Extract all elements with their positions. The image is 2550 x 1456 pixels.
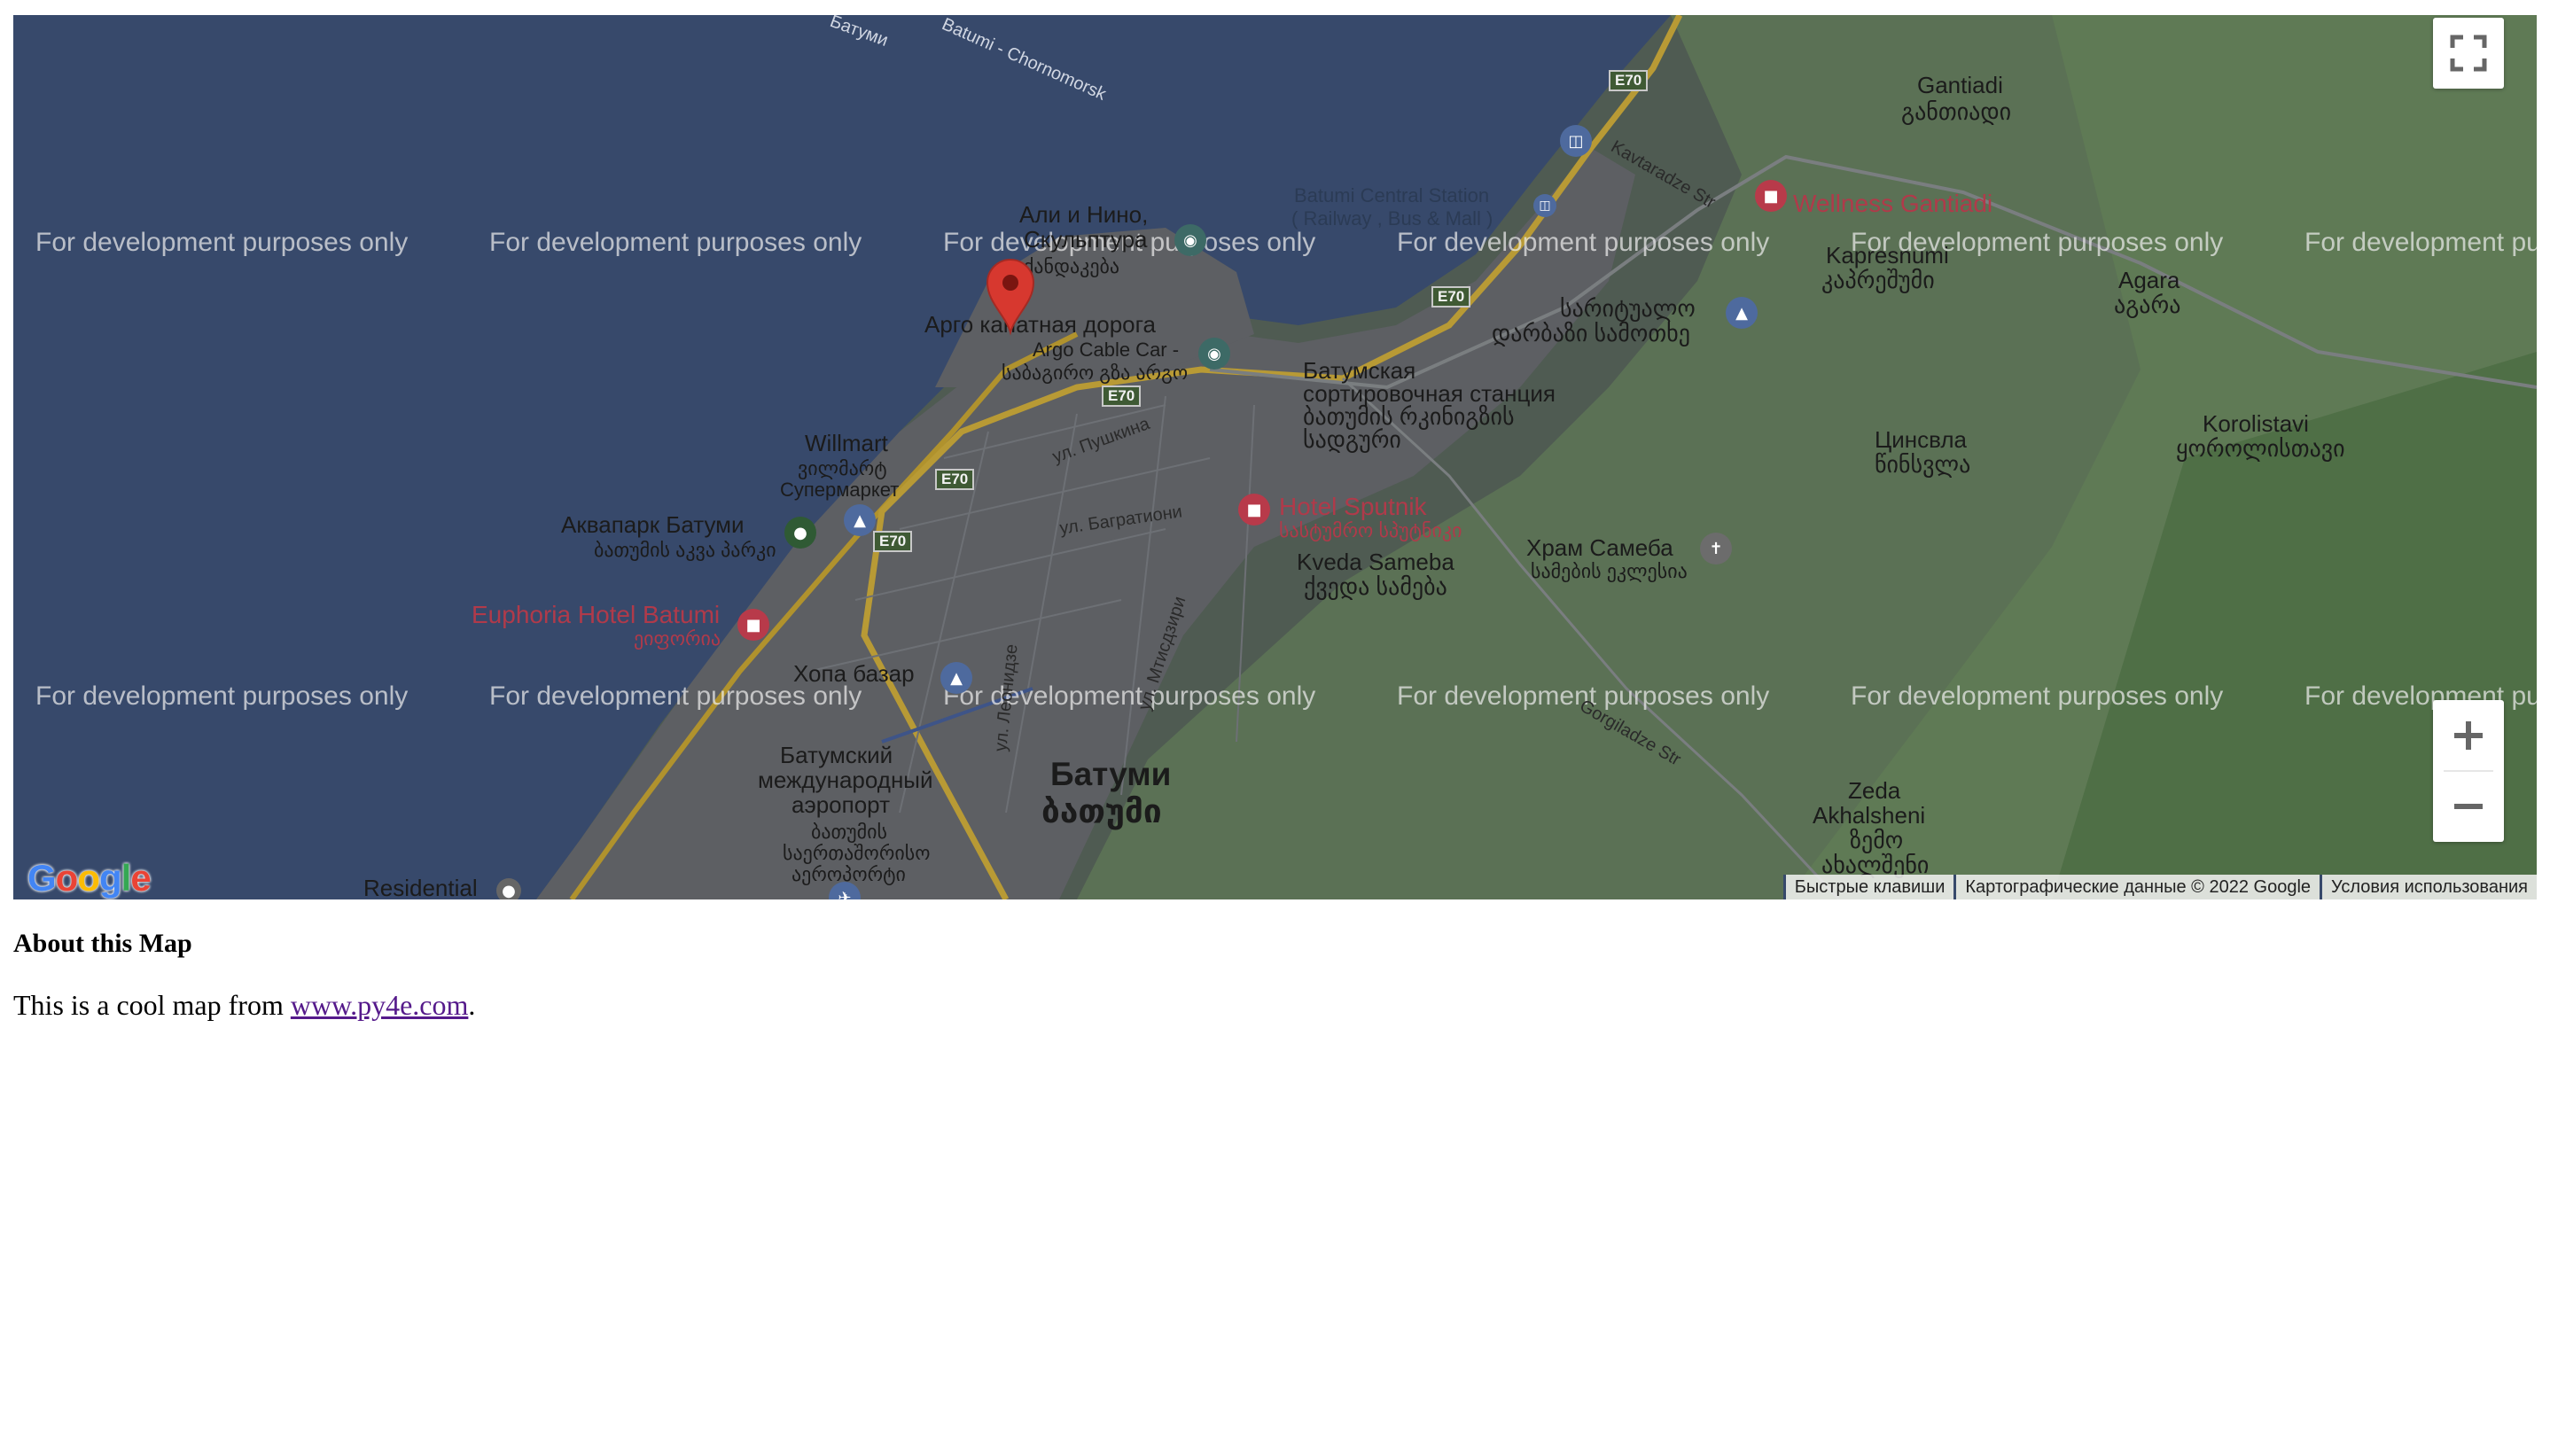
poi-label[interactable]: Euphoria Hotel Batumi <box>472 602 720 628</box>
minus-icon <box>2454 804 2483 809</box>
plus-icon <box>2454 721 2483 750</box>
poi-icon[interactable]: ● <box>496 878 521 899</box>
place-label: Residential <box>363 875 478 899</box>
place-label: ქვედა სამება <box>1304 573 1447 600</box>
map-container[interactable]: For development purposes only For develo… <box>13 15 2537 899</box>
route-shield: E70 <box>935 469 975 490</box>
place-label: ყოროლისთავი <box>2176 435 2345 462</box>
poi-label[interactable]: სასტუმრო სპუტნიკი <box>1279 520 1462 541</box>
poi-label[interactable]: аэропорт <box>792 792 890 817</box>
poi-label[interactable]: Али и Нино, <box>1019 202 1148 227</box>
terms-link[interactable]: Условия использования <box>2320 875 2537 899</box>
google-logo[interactable]: Google <box>27 857 152 899</box>
poi-label[interactable]: სადგური <box>1303 427 1401 452</box>
transit-icon[interactable]: ◫ <box>1533 194 1556 217</box>
camera-icon[interactable]: ◉ <box>1174 224 1206 256</box>
poi-label[interactable]: Willmart <box>805 431 888 455</box>
zoom-in-button[interactable] <box>2433 700 2504 771</box>
fullscreen-button[interactable] <box>2433 18 2504 89</box>
map-marker-icon[interactable] <box>984 256 1037 336</box>
poi-label[interactable]: დარბაზი სამოთხე <box>1492 321 1690 346</box>
poi-label[interactable]: Скульптура <box>1024 227 1148 252</box>
place-label: კაპრეშუმი <box>1821 267 1935 293</box>
watermark: For development purposes only <box>1851 681 2224 711</box>
py4e-link[interactable]: www.py4e.com <box>291 989 469 1021</box>
keyboard-shortcuts-link[interactable]: Быстрые клавиши <box>1782 875 1954 899</box>
poi-label[interactable]: ქანდაკება <box>1024 256 1119 276</box>
watermark: For development purposes only <box>35 228 409 257</box>
map-data-attribution: Картографические данные © 2022 Google <box>1953 875 2320 899</box>
poi-label[interactable]: ბათუმის აკვა პარკი <box>594 540 776 560</box>
place-label: აგარა <box>2114 292 2181 318</box>
route-shield: E70 <box>1102 385 1142 407</box>
poi-label[interactable]: Batumi Central Station <box>1294 185 1489 206</box>
place-label: Kveda Sameba <box>1297 549 1454 575</box>
hotel-icon[interactable]: ■ <box>737 609 769 641</box>
watermark: For development purposes only <box>489 228 862 257</box>
poi-label[interactable]: ეიფორია <box>634 628 721 649</box>
route-shield: E70 <box>873 531 913 552</box>
place-label: Kapresnumi <box>1826 242 1949 269</box>
poi-label[interactable]: Батумский <box>780 743 893 767</box>
place-label: Gantiadi <box>1917 72 2003 98</box>
poi-label[interactable]: Хопа базар <box>793 661 915 686</box>
place-label: Akhalsheni <box>1813 802 1926 829</box>
about-text: This is a cool map from <box>13 989 291 1021</box>
poi-label[interactable]: ბათუმის <box>811 821 887 842</box>
place-label: Zeda <box>1848 777 1901 804</box>
about-paragraph: This is a cool map from www.py4e.com. <box>13 989 475 1022</box>
city-label: ბათუმი <box>1041 793 1162 829</box>
poi-label[interactable]: სარიტუალო <box>1560 296 1696 321</box>
zoom-control <box>2433 700 2504 842</box>
place-label: წინსვლა <box>1875 451 1971 478</box>
camera-icon[interactable]: ◉ <box>1198 338 1230 370</box>
hotel-icon[interactable]: ■ <box>1755 180 1787 212</box>
shop-icon[interactable]: ▲ <box>1726 297 1758 329</box>
poi-label[interactable]: საბაგირო გზა არგო <box>1002 362 1188 383</box>
watermark: For development purposes only <box>1397 228 1770 257</box>
poi-label[interactable]: Арго канатная дорога <box>924 312 1156 337</box>
shopping-cart-icon[interactable]: ▲ <box>844 504 876 536</box>
poi-label[interactable]: Храм Самеба <box>1526 535 1673 560</box>
map-attribution: Быстрые клавиши Картографические данные … <box>1782 875 2537 899</box>
city-label: Батуми <box>1050 756 1172 792</box>
poi-label[interactable]: Супермаркет <box>780 479 899 500</box>
poi-label[interactable]: Аквапарк Батуми <box>561 512 745 537</box>
park-icon[interactable]: ● <box>784 517 816 549</box>
zoom-out-button[interactable] <box>2433 771 2504 842</box>
poi-label[interactable]: международный <box>758 767 933 792</box>
poi-label[interactable]: საერთაშორისო <box>783 843 931 863</box>
poi-label[interactable]: ( Railway , Bus & Mall ) <box>1291 208 1493 229</box>
poi-label[interactable]: Argo Cable Car - <box>1033 339 1179 360</box>
station-icon[interactable]: ◫ <box>1560 125 1592 157</box>
watermark: For development purposes only <box>35 681 409 711</box>
shopping-cart-icon[interactable]: ▲ <box>940 662 972 694</box>
route-shield: E70 <box>1431 286 1471 308</box>
place-label: Agara <box>2118 267 2180 293</box>
fullscreen-icon <box>2450 35 2487 72</box>
about-period: . <box>468 989 476 1021</box>
place-label: Korolistavi <box>2203 410 2309 437</box>
place-label: Цинсвла <box>1875 426 1967 453</box>
place-label: განთიადი <box>1901 98 2012 125</box>
poi-label[interactable]: Hotel Sputnik <box>1279 494 1427 520</box>
poi-label[interactable]: Wellness Gantiadi <box>1793 191 1992 217</box>
route-shield: E70 <box>1609 70 1649 91</box>
church-icon[interactable]: ✝ <box>1700 533 1732 564</box>
place-label: ზემო <box>1850 827 1904 853</box>
watermark: For development purposes only <box>2304 228 2537 257</box>
poi-label[interactable]: სამების ეკლესია <box>1531 561 1688 581</box>
poi-label[interactable]: ვილმარტ <box>798 458 887 479</box>
about-heading: About this Map <box>13 929 192 958</box>
hotel-icon[interactable]: ■ <box>1238 494 1270 526</box>
map-terrain <box>13 15 2537 899</box>
